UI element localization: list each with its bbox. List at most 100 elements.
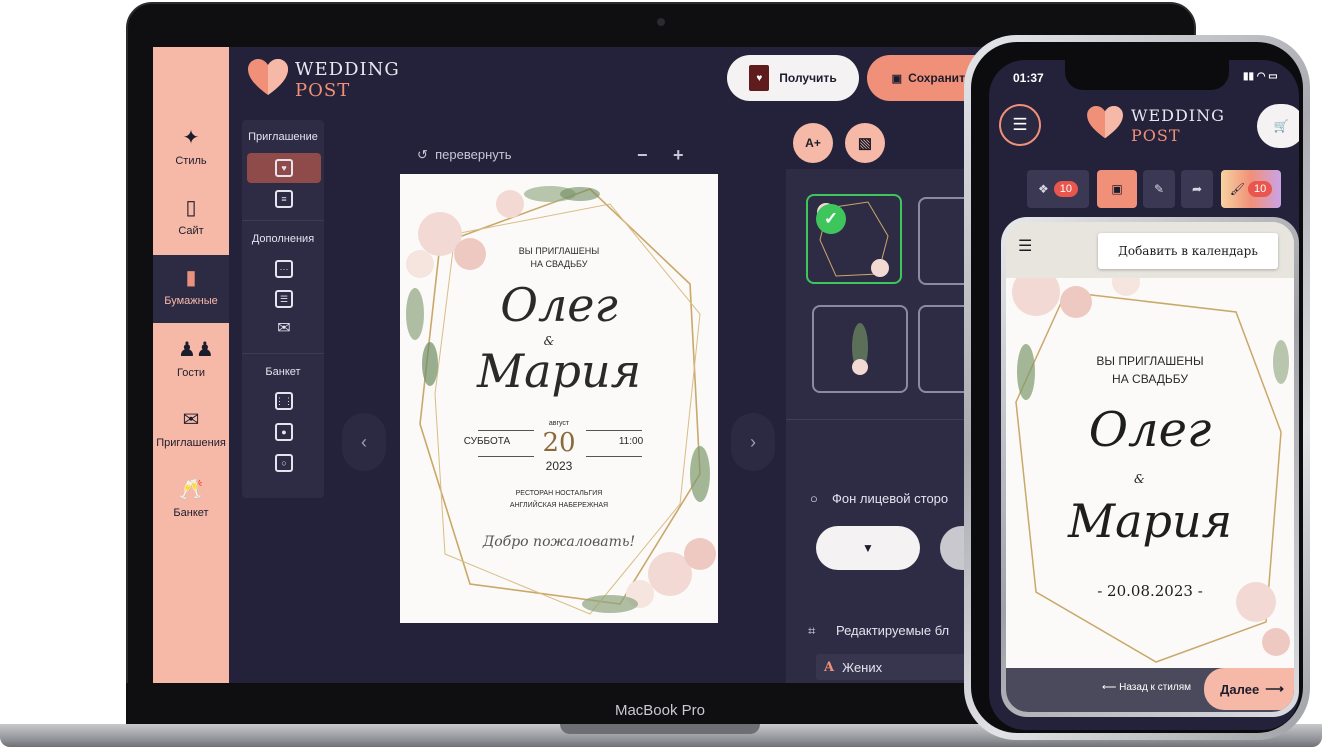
card-heart-icon: ▮ xyxy=(185,267,197,289)
floppy-icon: ▣ xyxy=(891,72,903,85)
section-invitation: Приглашение xyxy=(248,131,318,143)
add-text-button[interactable]: A+ xyxy=(793,123,833,163)
color-dropdown[interactable]: ▼ xyxy=(816,526,920,570)
dots-icon: ··· xyxy=(275,260,293,278)
add-image-button[interactable]: ▧ xyxy=(845,123,885,163)
addition-list-button[interactable]: ☰ xyxy=(247,284,321,314)
sparkle-heart-icon: ✦ xyxy=(182,127,200,149)
caret-down-icon: ▼ xyxy=(862,541,874,555)
phone-screen: 01:37 ▮▮ ◠ ▭ ☰ WEDDING POST 🛒 ❖ 10 ▣ ✎ ➦… xyxy=(989,60,1299,730)
sidebar-item-invitations[interactable]: ✉ Приглашения xyxy=(153,407,229,477)
edit-icon: ✎ xyxy=(1153,182,1165,196)
prev-page-button[interactable]: ‹ xyxy=(342,413,386,471)
phone-device: 01:37 ▮▮ ◠ ▭ ☰ WEDDING POST 🛒 ❖ 10 ▣ ✎ ➦… xyxy=(964,35,1310,740)
back-to-styles-link[interactable]: ⟵ Назад к стилям xyxy=(1102,682,1191,693)
next-page-button[interactable]: › xyxy=(731,413,775,471)
add-to-calendar-button[interactable]: Добавить в календарь xyxy=(1098,233,1278,269)
banquet-grid-button[interactable]: ⋮⋮ xyxy=(247,386,321,416)
phone-time: 01:37 xyxy=(1013,71,1044,85)
card-rule xyxy=(478,430,534,431)
back-side-button[interactable]: ≡ xyxy=(247,184,321,214)
style-badge: 10 xyxy=(1247,181,1273,197)
get-button[interactable]: ♥ Получить xyxy=(727,55,859,101)
card-year: 2023 xyxy=(545,459,573,473)
sidebar-item-guests[interactable]: ♟♟ Гости xyxy=(153,337,229,407)
background-thumb-selected[interactable]: ✓ xyxy=(806,194,902,284)
card-footer: Добро пожаловать! xyxy=(482,534,636,550)
glasses-icon: 🥂 xyxy=(178,479,204,501)
preview-date: - 20.08.2023 - xyxy=(1097,582,1203,600)
card-heart-icon: ♥ xyxy=(749,65,770,91)
preview-header: ☰ Добавить в календарь xyxy=(1006,222,1294,278)
banquet-person-button[interactable]: ● xyxy=(247,417,321,447)
cart-icon: 🛒 xyxy=(1273,119,1289,133)
preview-invited: ВЫ ПРИГЛАШЕНЫ xyxy=(1096,354,1204,368)
card-to-wedding: НА СВАДЬБУ xyxy=(530,259,588,269)
zoom-in-button[interactable]: + xyxy=(673,145,684,166)
save-button[interactable]: ▣ xyxy=(1097,170,1137,208)
share-button[interactable]: ➦ xyxy=(1181,170,1213,208)
signal-wifi-battery-icon: ▮▮ ◠ ▭ xyxy=(1243,71,1278,82)
hamburger-icon[interactable]: ☰ xyxy=(1018,236,1032,256)
logo-heart-icon xyxy=(248,59,288,95)
next-button[interactable]: Далее ⟶ xyxy=(1204,668,1294,710)
menu-button[interactable]: ☰ xyxy=(999,104,1041,146)
sidebar-item-paper[interactable]: ▮ Бумажные xyxy=(153,255,229,323)
text-icon: A xyxy=(824,659,835,675)
card-bride: Мария xyxy=(476,344,642,398)
preview-amp: & xyxy=(1134,472,1145,486)
envelope-icon: ✉ xyxy=(277,320,291,337)
editable-blocks-label: Редактируемые бл xyxy=(836,623,950,638)
radio-icon[interactable]: ○ xyxy=(810,491,818,506)
sidebar-item-label: Приглашения xyxy=(156,437,226,449)
floral-frame-decoration xyxy=(406,186,716,615)
person-icon: ● xyxy=(275,423,293,441)
sidebar-item-banquet[interactable]: 🥂 Банкет xyxy=(153,477,229,547)
laptop-label: MacBook Pro xyxy=(614,702,706,719)
addition-envelope-button[interactable]: ✉ xyxy=(247,314,321,344)
floppy-icon: ▣ xyxy=(1111,182,1123,196)
card-venue-1: РЕСТОРАН НОСТАЛЬГИЯ xyxy=(515,490,603,497)
guests-icon: ♟♟ xyxy=(178,339,214,361)
sidebar-item-label: Гости xyxy=(176,367,206,379)
rotate-icon: ↺ xyxy=(417,147,428,162)
arrow-right-icon: ⟶ xyxy=(1265,681,1284,696)
heart-page-icon: ♥ xyxy=(275,159,293,177)
grid-icon: ⋮⋮ xyxy=(275,392,293,410)
banquet-round-button[interactable]: ○ xyxy=(247,448,321,478)
preview-to-wedding: НА СВАДЬБУ xyxy=(1112,372,1188,386)
save-button-label: Сохранить xyxy=(908,71,973,85)
card-rule xyxy=(586,430,642,431)
layers-button[interactable]: ❖ 10 xyxy=(1027,170,1089,208)
layers-icon: ❖ xyxy=(1037,182,1049,196)
logo-line1: WEDDING xyxy=(295,59,400,80)
image-plus-icon: ▧ xyxy=(857,135,873,152)
rotate-button[interactable]: ↺ перевернуть xyxy=(417,147,512,163)
site-preview: ☰ Добавить в календарь ВЫ ПРИГЛАШЕНЫ НА … xyxy=(1006,222,1294,712)
card-groom: Олег xyxy=(500,278,618,332)
style-button[interactable]: 🖌 10 xyxy=(1221,170,1281,208)
zoom-out-button[interactable]: − xyxy=(637,145,648,166)
card-time: 11:00 xyxy=(618,436,644,447)
logo-heart-icon xyxy=(1087,106,1123,139)
floral-thumb xyxy=(852,323,868,375)
back-label: Назад к стилям xyxy=(1119,682,1191,693)
circle-icon: ○ xyxy=(275,454,293,472)
background-thumb[interactable] xyxy=(812,305,908,393)
section-banquet: Банкет xyxy=(265,366,301,378)
brush-icon: 🖌 xyxy=(1229,182,1245,196)
section-additions: Дополнения xyxy=(251,233,315,245)
next-label: Далее xyxy=(1220,681,1260,697)
cart-button[interactable]: 🛒 xyxy=(1257,104,1299,148)
addition-more-button[interactable]: ··· xyxy=(247,254,321,284)
envelope-heart-icon: ✉ xyxy=(182,409,200,431)
divider xyxy=(242,220,324,221)
edit-button[interactable]: ✎ xyxy=(1143,170,1175,208)
share-icon: ➦ xyxy=(1191,182,1203,196)
laptop-camera xyxy=(657,18,665,26)
divider xyxy=(242,353,324,354)
block-row-groom[interactable]: A Жених xyxy=(816,654,976,680)
arrow-left-icon: ⟵ xyxy=(1102,682,1117,693)
front-side-button[interactable]: ♥ xyxy=(247,153,321,183)
sidebar-item-style[interactable]: ✦ Стиль xyxy=(153,125,229,195)
